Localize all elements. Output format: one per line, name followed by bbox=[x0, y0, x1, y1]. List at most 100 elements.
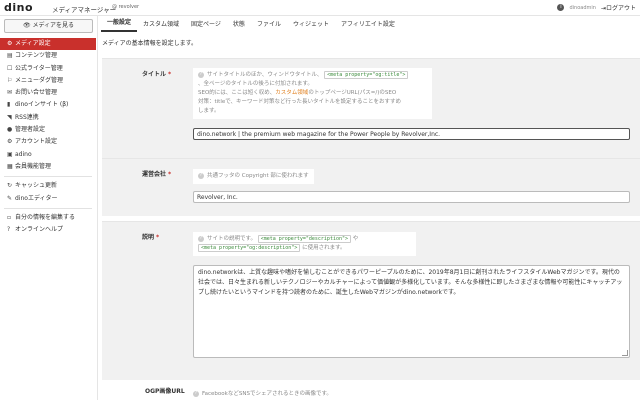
sidebar-item-cache[interactable]: ↻ キャッシュ更新 bbox=[0, 180, 96, 192]
company-label-text: 運営会社 bbox=[142, 171, 167, 178]
company-input[interactable]: Revolver, Inc. bbox=[193, 191, 630, 203]
question-icon: ? bbox=[193, 390, 199, 397]
description-hint: ? サイトの説明です。 <meta property="description">… bbox=[193, 232, 416, 256]
sidebar-nav: ⚙ メディア設定 ▤ コンテンツ管理 ☐ 公式ライター管理 ⚐ メニューダグ管理 ✉ お問… bbox=[0, 38, 96, 236]
company-label: 運営会社 * bbox=[142, 169, 171, 178]
title-hint-1: サイトタイトルのほか、ウィンドウタイトル、 bbox=[207, 72, 323, 78]
title-input[interactable]: dino.network | the premium web magazine … bbox=[193, 128, 630, 140]
description-section: 説明 * ? サイトの説明です。 <meta property="descripti… bbox=[102, 221, 640, 380]
tab-status[interactable]: 状態 bbox=[227, 18, 251, 32]
sidebar-item-label: アカウント設定 bbox=[15, 138, 58, 146]
refresh-icon: ↻ bbox=[7, 182, 13, 190]
sidebar-item-label: 自分の情報を編集する bbox=[15, 213, 76, 221]
sidebar-item-edit-profile[interactable]: ▫ 自分の情報を編集する bbox=[0, 212, 96, 224]
settings-tabs: 一般設定 カスタム領域 固定ページ 状態 ファイル ウィジェット アフィリエイト… bbox=[101, 16, 401, 32]
tab-custom-area[interactable]: カスタム領域 bbox=[137, 18, 185, 32]
tab-affiliate[interactable]: アフィリエイト設定 bbox=[335, 18, 401, 32]
meta-description-code: <meta property="description"> bbox=[257, 235, 352, 243]
user-prefix: @ bbox=[112, 4, 117, 10]
help-icon: ? bbox=[7, 226, 11, 234]
sidebar-item-help[interactable]: ? オンラインヘルプ bbox=[0, 224, 96, 236]
title-hint-3: SEO的には、ここは短く収め、 bbox=[198, 90, 276, 96]
title-label-text: タイトル bbox=[142, 71, 167, 78]
sidebar-item-inquiries[interactable]: ✉ お問い合せ管理 bbox=[0, 87, 96, 99]
description-label-text: 説明 bbox=[142, 234, 155, 241]
required-mark: * bbox=[168, 71, 172, 78]
og-description-code: <meta property="og:description"> bbox=[198, 244, 301, 252]
logout-button[interactable]: ⇥ログアウト bbox=[601, 3, 636, 12]
description-text: dino.networkは、上質な趣味や嗜好を愉しむことができるパワーピープルの… bbox=[198, 269, 623, 296]
lock-icon: ▫ bbox=[7, 213, 12, 221]
sidebar-item-label: オンラインヘルプ bbox=[15, 226, 64, 234]
ogp-section: OGP画像URL ? FacebookなどSNSでシェアされるときの画像です。 bbox=[102, 380, 640, 400]
top-username: dinoadmin bbox=[569, 4, 596, 11]
ogp-label: OGP画像URL bbox=[145, 388, 185, 395]
title-hint-5: 対策：titleで、キーワード対策など行った長いタイトルを設定することをおすすめ bbox=[198, 99, 402, 105]
sidebar-item-label: メディア設定 bbox=[15, 40, 51, 47]
view-media-button[interactable]: 👁 メディアを見る bbox=[4, 19, 93, 33]
og-title-code: <meta property="og:title"> bbox=[324, 71, 409, 79]
resize-handle[interactable] bbox=[622, 350, 628, 356]
gear-icon: ⚙ bbox=[7, 40, 13, 47]
page-description: メディアの基本情報を設定します。 bbox=[102, 40, 197, 47]
sidebar: 👁 メディアを見る ⚙ メディア設定 ▤ コンテンツ管理 ☐ 公式ライター管理 ⚐ メニ… bbox=[0, 16, 98, 400]
sidebar-item-editor[interactable]: ✎ dinoエディター bbox=[0, 193, 96, 205]
title-hint-2: 、全ページのタイトルの後ろに付加されます。 bbox=[198, 81, 313, 87]
sidebar-item-label: お問い合せ管理 bbox=[15, 89, 58, 97]
rss-icon: ◥ bbox=[7, 113, 12, 121]
sidebar-item-label: メニューダグ管理 bbox=[15, 76, 64, 84]
sidebar-item-account[interactable]: ⚙ アカウント設定 bbox=[0, 136, 96, 148]
ogp-hint-text: FacebookなどSNSでシェアされるときの画像です。 bbox=[202, 391, 332, 397]
question-icon: ? bbox=[198, 235, 204, 242]
sidebar-item-admins[interactable]: ● 管理者設定 bbox=[0, 124, 96, 136]
question-icon: ? bbox=[198, 172, 204, 179]
description-textarea[interactable]: dino.networkは、上質な趣味や嗜好を愉しむことができるパワーピープルの… bbox=[193, 265, 630, 358]
description-hint-3: に使用されます。 bbox=[302, 245, 346, 251]
ogp-hint: ? FacebookなどSNSでシェアされるときの画像です。 bbox=[193, 390, 332, 399]
view-media-label: メディアを見る bbox=[32, 22, 75, 29]
sidebar-item-label: dinoエディター bbox=[15, 194, 58, 202]
custom-area-link[interactable]: カスタム領域 bbox=[275, 90, 308, 96]
sidebar-item-insights[interactable]: ▮ dinoインサイト (β) bbox=[0, 99, 96, 111]
company-section: 運営会社 * ? 共通フッタの Copyright 部に使われます Revolver… bbox=[102, 158, 640, 216]
admin-icon: ● bbox=[7, 126, 13, 134]
question-icon: ? bbox=[198, 71, 204, 78]
info-icon[interactable]: i bbox=[557, 4, 565, 11]
sidebar-divider bbox=[4, 176, 92, 178]
company-hint-text: 共通フッタの Copyright 部に使われます bbox=[207, 173, 309, 179]
description-label: 説明 * bbox=[142, 232, 159, 241]
tab-files[interactable]: ファイル bbox=[251, 18, 287, 32]
sidebar-item-writers[interactable]: ☐ 公式ライター管理 bbox=[0, 63, 96, 75]
members-icon: ▦ bbox=[7, 162, 13, 170]
sidebar-item-content[interactable]: ▤ コンテンツ管理 bbox=[0, 50, 96, 62]
top-bar: dino メディアマネージャー @ revolver i dinoadmin ⇥… bbox=[0, 0, 640, 16]
sidebar-item-rss[interactable]: ◥ RSS連携 bbox=[0, 112, 96, 124]
title-hint: ? サイトタイトルのほか、ウィンドウタイトル、 <meta property="o… bbox=[193, 68, 432, 119]
title-hint-4: のトップページURL(パス=/)のSEO bbox=[308, 90, 397, 96]
tab-fixed-pages[interactable]: 固定ページ bbox=[185, 18, 227, 32]
sidebar-item-menu-tags[interactable]: ⚐ メニューダグ管理 bbox=[0, 75, 96, 87]
tab-widgets[interactable]: ウィジェット bbox=[287, 18, 335, 32]
company-hint: ? 共通フッタの Copyright 部に使われます bbox=[193, 169, 314, 184]
sidebar-item-label: 公式ライター管理 bbox=[15, 64, 63, 72]
app-user: @ revolver bbox=[112, 4, 139, 10]
tag-icon: ⚐ bbox=[7, 76, 13, 84]
sidebar-item-label: adino bbox=[15, 150, 32, 158]
sidebar-item-adino[interactable]: ▣ adino bbox=[0, 149, 96, 161]
dino-logo[interactable]: dino bbox=[4, 1, 33, 14]
sidebar-divider bbox=[4, 207, 92, 209]
adino-icon: ▣ bbox=[7, 150, 13, 158]
required-mark: * bbox=[156, 234, 160, 241]
sidebar-item-media-settings[interactable]: ⚙ メディア設定 bbox=[0, 38, 96, 51]
file-icon: ▤ bbox=[7, 52, 13, 60]
logout-label: ログアウト bbox=[605, 5, 636, 12]
sidebar-item-label: 管理者設定 bbox=[15, 126, 46, 134]
app-title: メディアマネージャー bbox=[52, 6, 117, 14]
title-label: タイトル * bbox=[142, 69, 171, 78]
required-mark: * bbox=[168, 171, 172, 178]
title-hint-6: します。 bbox=[198, 108, 220, 114]
account-icon: ⚙ bbox=[7, 138, 13, 146]
tab-general[interactable]: 一般設定 bbox=[101, 16, 138, 32]
sidebar-item-label: dinoインサイト (β) bbox=[15, 101, 69, 109]
sidebar-item-members[interactable]: ▦ 会員機能管理 bbox=[0, 161, 96, 173]
